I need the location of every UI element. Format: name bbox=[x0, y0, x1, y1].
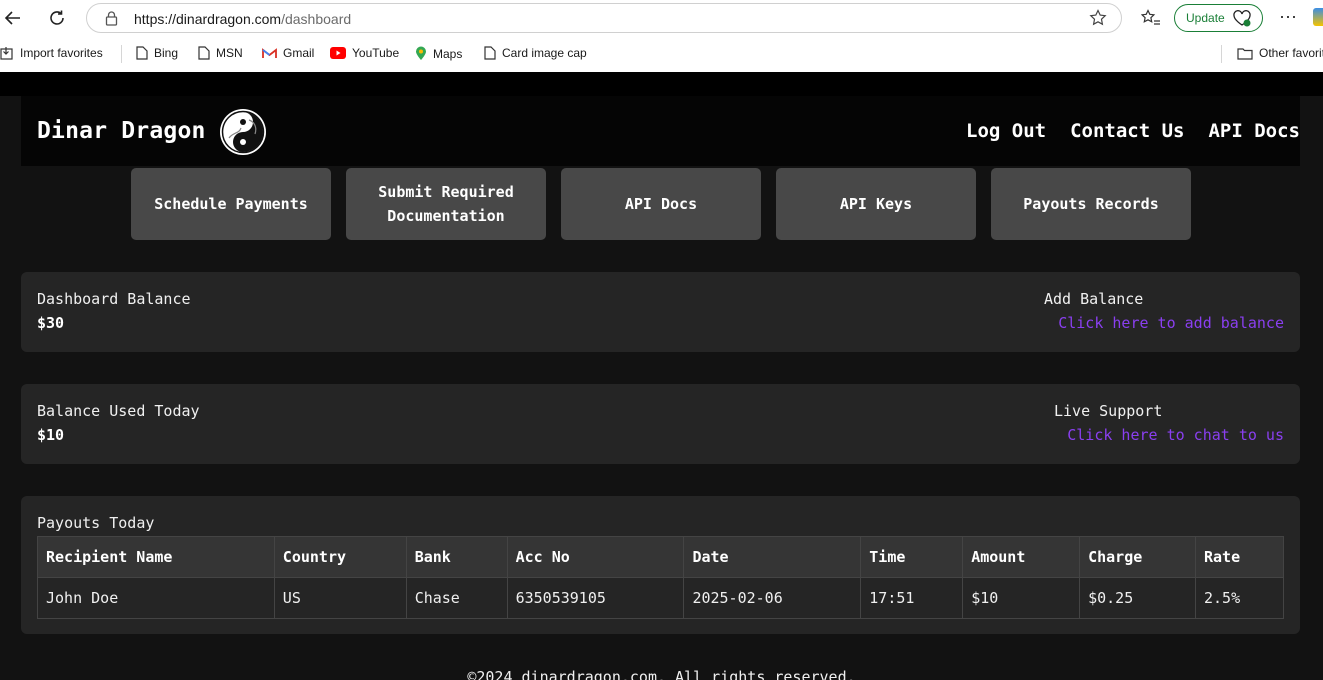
page-icon bbox=[484, 46, 496, 60]
lock-icon bbox=[105, 11, 118, 26]
live-support-label: Live Support bbox=[1054, 402, 1163, 420]
favorites-list-icon[interactable] bbox=[1141, 9, 1161, 27]
column-header: Bank bbox=[405, 536, 508, 578]
column-header: Recipient Name bbox=[37, 536, 275, 578]
table-cell: US bbox=[273, 577, 407, 619]
used-value: $10 bbox=[37, 426, 65, 444]
fav-label: Bing bbox=[154, 46, 179, 60]
dashboard-balance-card: Dashboard Balance $30 Add Balance Click … bbox=[21, 272, 1300, 352]
add-balance-link[interactable]: Click here to add balance bbox=[1058, 314, 1284, 332]
refresh-button[interactable] bbox=[45, 6, 69, 30]
nav-api-docs[interactable]: API Docs bbox=[1208, 120, 1300, 142]
url-text: https://dinardragon.com/dashboard bbox=[134, 11, 351, 27]
payouts-title: Payouts Today bbox=[37, 514, 155, 532]
table-cell: $0.25 bbox=[1079, 577, 1196, 619]
table-cell: 2.5% bbox=[1195, 577, 1284, 619]
heart-pulse-icon bbox=[1233, 10, 1251, 27]
table-row: John Doe US Chase 6350539105 2025-02-06 … bbox=[37, 577, 1284, 619]
site-header: Dinar Dragon Log Out Contact Us API Docs bbox=[21, 96, 1300, 166]
folder-icon bbox=[1237, 47, 1253, 60]
top-nav: Log Out Contact Us API Docs bbox=[966, 120, 1300, 142]
column-header: Rate bbox=[1195, 536, 1284, 578]
browser-chrome: https://dinardragon.com/dashboard Update… bbox=[0, 0, 1323, 72]
fav-maps[interactable]: Maps bbox=[415, 46, 462, 61]
payouts-table: Recipient Name Country Bank Acc No Date … bbox=[37, 536, 1284, 619]
fav-other-favorites[interactable]: Other favorit bbox=[1237, 46, 1323, 60]
url-path: /dashboard bbox=[281, 11, 352, 27]
fav-label: MSN bbox=[216, 46, 243, 60]
table-cell: $10 bbox=[962, 577, 1081, 619]
fav-label: Card image cap bbox=[502, 46, 587, 60]
fav-card-image-cap[interactable]: Card image cap bbox=[484, 46, 587, 60]
fav-bing[interactable]: Bing bbox=[136, 46, 178, 60]
api-docs-button[interactable]: API Docs bbox=[561, 168, 761, 240]
fav-youtube[interactable]: YouTube bbox=[330, 46, 399, 60]
column-header: Acc No bbox=[506, 536, 685, 578]
table-header-row: Recipient Name Country Bank Acc No Date … bbox=[37, 536, 1284, 578]
submit-documentation-button[interactable]: Submit Required Documentation bbox=[346, 168, 546, 240]
balance-value: $30 bbox=[37, 314, 65, 332]
column-header: Date bbox=[683, 536, 862, 578]
favorites-divider bbox=[121, 45, 122, 63]
fav-label: YouTube bbox=[352, 46, 400, 60]
gmail-icon bbox=[262, 47, 277, 58]
balance-label: Dashboard Balance bbox=[37, 290, 191, 308]
table-cell: Chase bbox=[405, 577, 508, 619]
fav-label: Other favorit bbox=[1259, 46, 1323, 60]
back-button[interactable] bbox=[1, 6, 25, 30]
api-keys-button[interactable]: API Keys bbox=[776, 168, 976, 240]
brand-name[interactable]: Dinar Dragon bbox=[37, 118, 206, 144]
update-button[interactable]: Update bbox=[1174, 4, 1263, 32]
update-label: Update bbox=[1186, 11, 1225, 25]
favorites-bar: Import favorites Bing MSN Gmail YouTube … bbox=[0, 38, 1323, 68]
column-header: Country bbox=[273, 536, 407, 578]
fav-label: Maps bbox=[433, 46, 463, 61]
balance-used-card: Balance Used Today $10 Live Support Clic… bbox=[21, 384, 1300, 464]
footer-copyright: ©2024 dinardragon.com. All rights reserv… bbox=[467, 668, 856, 680]
address-bar[interactable]: https://dinardragon.com/dashboard bbox=[86, 3, 1122, 33]
table-cell: 6350539105 bbox=[506, 577, 685, 619]
maps-icon bbox=[416, 46, 426, 60]
table-cell: John Doe bbox=[37, 577, 275, 619]
column-header: Amount bbox=[962, 536, 1081, 578]
url-host: https://dinardragon.com bbox=[134, 11, 282, 27]
payouts-today-card: Payouts Today Recipient Name Country Ban… bbox=[21, 496, 1300, 634]
column-header: Charge bbox=[1079, 536, 1196, 578]
fav-label: Gmail bbox=[283, 46, 315, 60]
youtube-icon bbox=[330, 47, 346, 59]
fav-import-favorites[interactable]: Import favorites bbox=[0, 46, 103, 60]
live-support-link[interactable]: Click here to chat to us bbox=[1067, 426, 1284, 444]
page-icon bbox=[198, 46, 210, 60]
dragon-logo-icon[interactable] bbox=[219, 108, 267, 156]
table-cell: 2025-02-06 bbox=[683, 577, 862, 619]
nav-log-out[interactable]: Log Out bbox=[966, 120, 1046, 142]
nav-contact-us[interactable]: Contact Us bbox=[1070, 120, 1184, 142]
import-icon bbox=[0, 47, 13, 60]
favorite-star-icon[interactable] bbox=[1089, 9, 1107, 27]
add-balance-label: Add Balance bbox=[1044, 290, 1144, 308]
page-icon bbox=[136, 46, 148, 60]
copilot-icon[interactable] bbox=[1313, 8, 1323, 26]
payouts-records-button[interactable]: Payouts Records bbox=[991, 168, 1191, 240]
favorites-divider bbox=[1221, 45, 1222, 63]
top-strip bbox=[0, 72, 1323, 96]
page-content: Dinar Dragon Log Out Contact Us API Docs… bbox=[0, 72, 1323, 680]
more-options-icon[interactable]: ⋯ bbox=[1279, 8, 1297, 26]
fav-label: Import favorites bbox=[20, 46, 103, 60]
column-header: Time bbox=[860, 536, 964, 578]
schedule-payments-button[interactable]: Schedule Payments bbox=[131, 168, 331, 240]
fav-msn[interactable]: MSN bbox=[198, 46, 243, 60]
table-cell: 17:51 bbox=[860, 577, 964, 619]
fav-gmail[interactable]: Gmail bbox=[262, 46, 314, 60]
refresh-icon bbox=[50, 10, 64, 25]
action-buttons: Schedule Payments Submit Required Docume… bbox=[131, 168, 1191, 240]
back-arrow-icon bbox=[4, 11, 20, 25]
used-label: Balance Used Today bbox=[37, 402, 200, 420]
